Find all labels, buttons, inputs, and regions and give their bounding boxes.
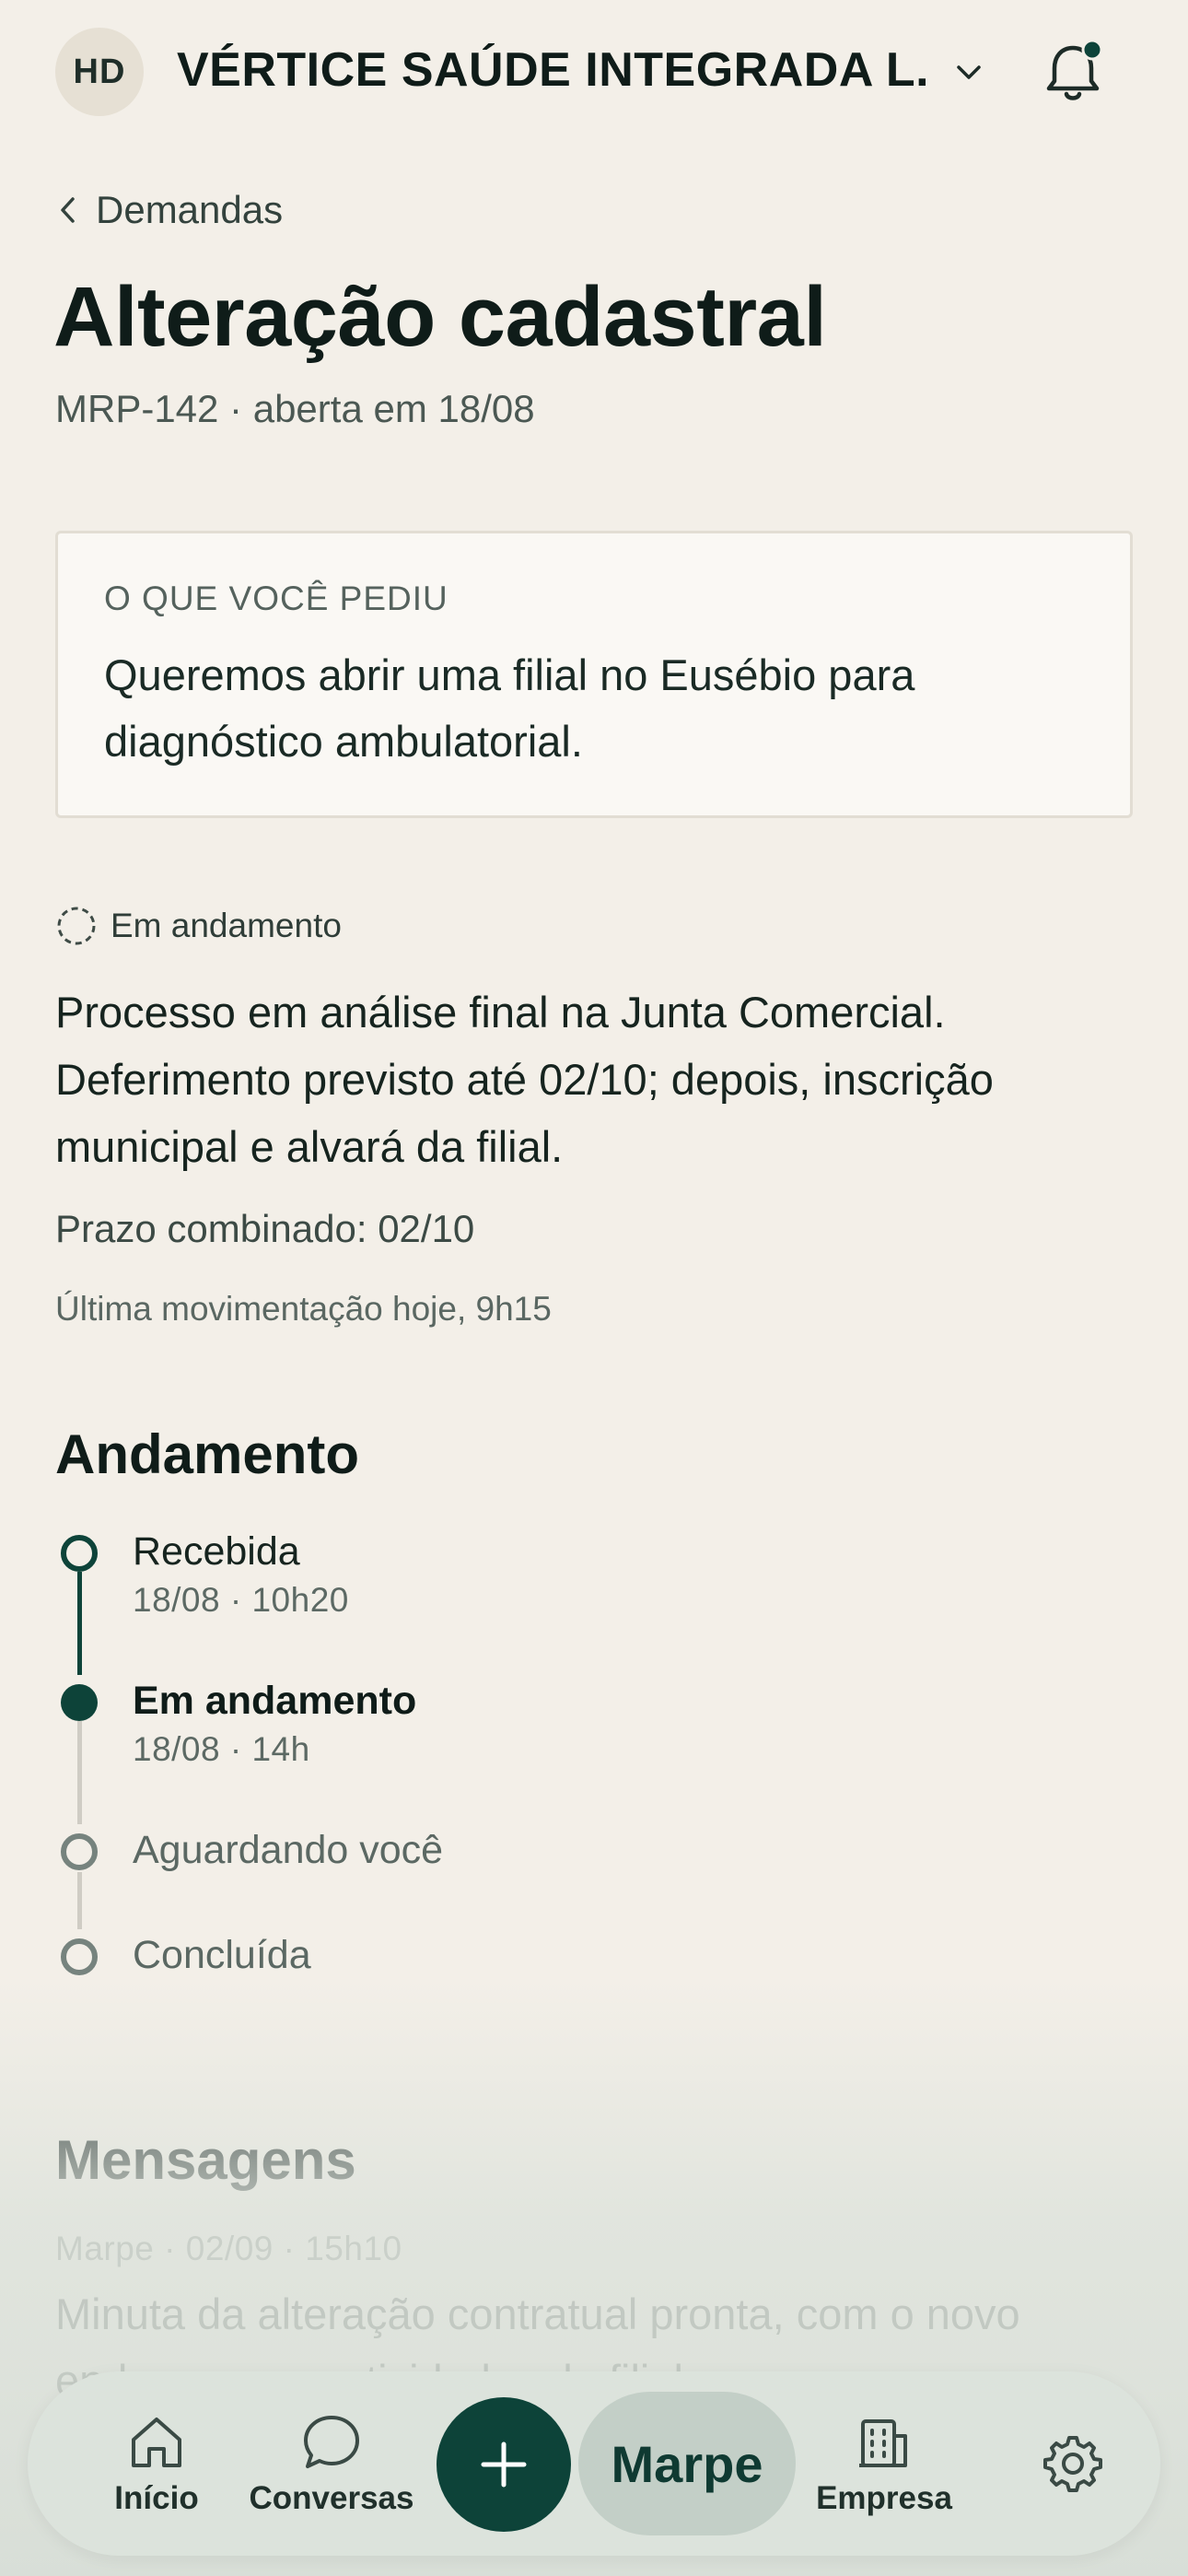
- bottom-navigation: Início Conversas Marpe Empresa: [28, 2371, 1160, 2556]
- last-update-text: Última movimentação hoje, 9h15: [55, 1290, 552, 1328]
- nav-home-label: Início: [114, 2480, 199, 2516]
- in-progress-icon: [57, 907, 96, 945]
- timeline-title: Andamento: [55, 1423, 359, 1485]
- marpe-assistant-button[interactable]: Marpe: [578, 2392, 796, 2535]
- nav-conversations-label: Conversas: [249, 2480, 414, 2516]
- chat-bubble-icon: [304, 2416, 359, 2468]
- timeline-connector: [77, 1721, 82, 1824]
- timeline-step-label: Em andamento: [133, 1679, 417, 1723]
- nav-settings[interactable]: [1004, 2371, 1142, 2556]
- back-to-demands-link[interactable]: Demandas: [55, 184, 283, 236]
- timeline-step-time: 18/08 · 10h20: [133, 1581, 349, 1619]
- add-demand-button[interactable]: [437, 2397, 571, 2532]
- status-label: Em andamento: [111, 907, 342, 944]
- status-description: Processo em análise final na Junta Comer…: [55, 988, 994, 1171]
- home-icon: [132, 2418, 181, 2467]
- request-text: Queremos abrir uma filial no Eusébio par…: [104, 650, 915, 766]
- demand-meta: MRP-142 · aberta em 18/08: [55, 387, 535, 430]
- message-meta: Marpe · 02/09 · 15h10: [55, 2230, 402, 2267]
- timeline-connector: [77, 1872, 82, 1929]
- status-badge: Em andamento: [55, 905, 342, 947]
- company-avatar[interactable]: HD: [55, 28, 144, 116]
- timeline-node-pending: [61, 1833, 98, 1870]
- top-bar: HD VÉRTICE SAÚDE INTEGRADA L...: [0, 0, 1188, 147]
- chevron-down-icon[interactable]: [950, 53, 987, 90]
- nav-home[interactable]: Início: [74, 2371, 239, 2556]
- page-title: Alteração cadastral: [53, 270, 827, 364]
- building-icon: [859, 2419, 907, 2467]
- nav-company[interactable]: Empresa: [801, 2371, 967, 2556]
- deadline-text: Prazo combinado: 02/10: [55, 1207, 475, 1250]
- messages-title: Mensagens: [55, 2129, 356, 2191]
- plus-icon: [481, 2441, 527, 2488]
- timeline-step-time: 18/08 · 14h: [133, 1730, 310, 1768]
- timeline-step-label: Concluída: [133, 1933, 311, 1977]
- nav-company-label: Empresa: [816, 2480, 952, 2516]
- gear-icon: [1043, 2436, 1102, 2492]
- timeline-node-current: [61, 1684, 98, 1721]
- demand-detail-screen: HD VÉRTICE SAÚDE INTEGRADA L... Demandas…: [0, 0, 1188, 2576]
- timeline-connector: [77, 1572, 82, 1675]
- request-card: O QUE VOCÊ PEDIU Queremos abrir uma fili…: [55, 531, 1133, 818]
- chevron-left-icon: [61, 197, 75, 223]
- timeline-node-done: [61, 1535, 98, 1572]
- timeline-step-label: Aguardando você: [133, 1828, 444, 1872]
- back-label: Demandas: [96, 188, 284, 231]
- nav-conversations[interactable]: Conversas: [239, 2371, 424, 2556]
- timeline-node-pending: [61, 1938, 98, 1975]
- request-kicker: O QUE VOCÊ PEDIU: [104, 580, 448, 617]
- company-switcher[interactable]: VÉRTICE SAÚDE INTEGRADA L...: [177, 42, 932, 101]
- timeline-step-label: Recebida: [133, 1529, 300, 1574]
- bell-icon[interactable]: [1041, 37, 1105, 107]
